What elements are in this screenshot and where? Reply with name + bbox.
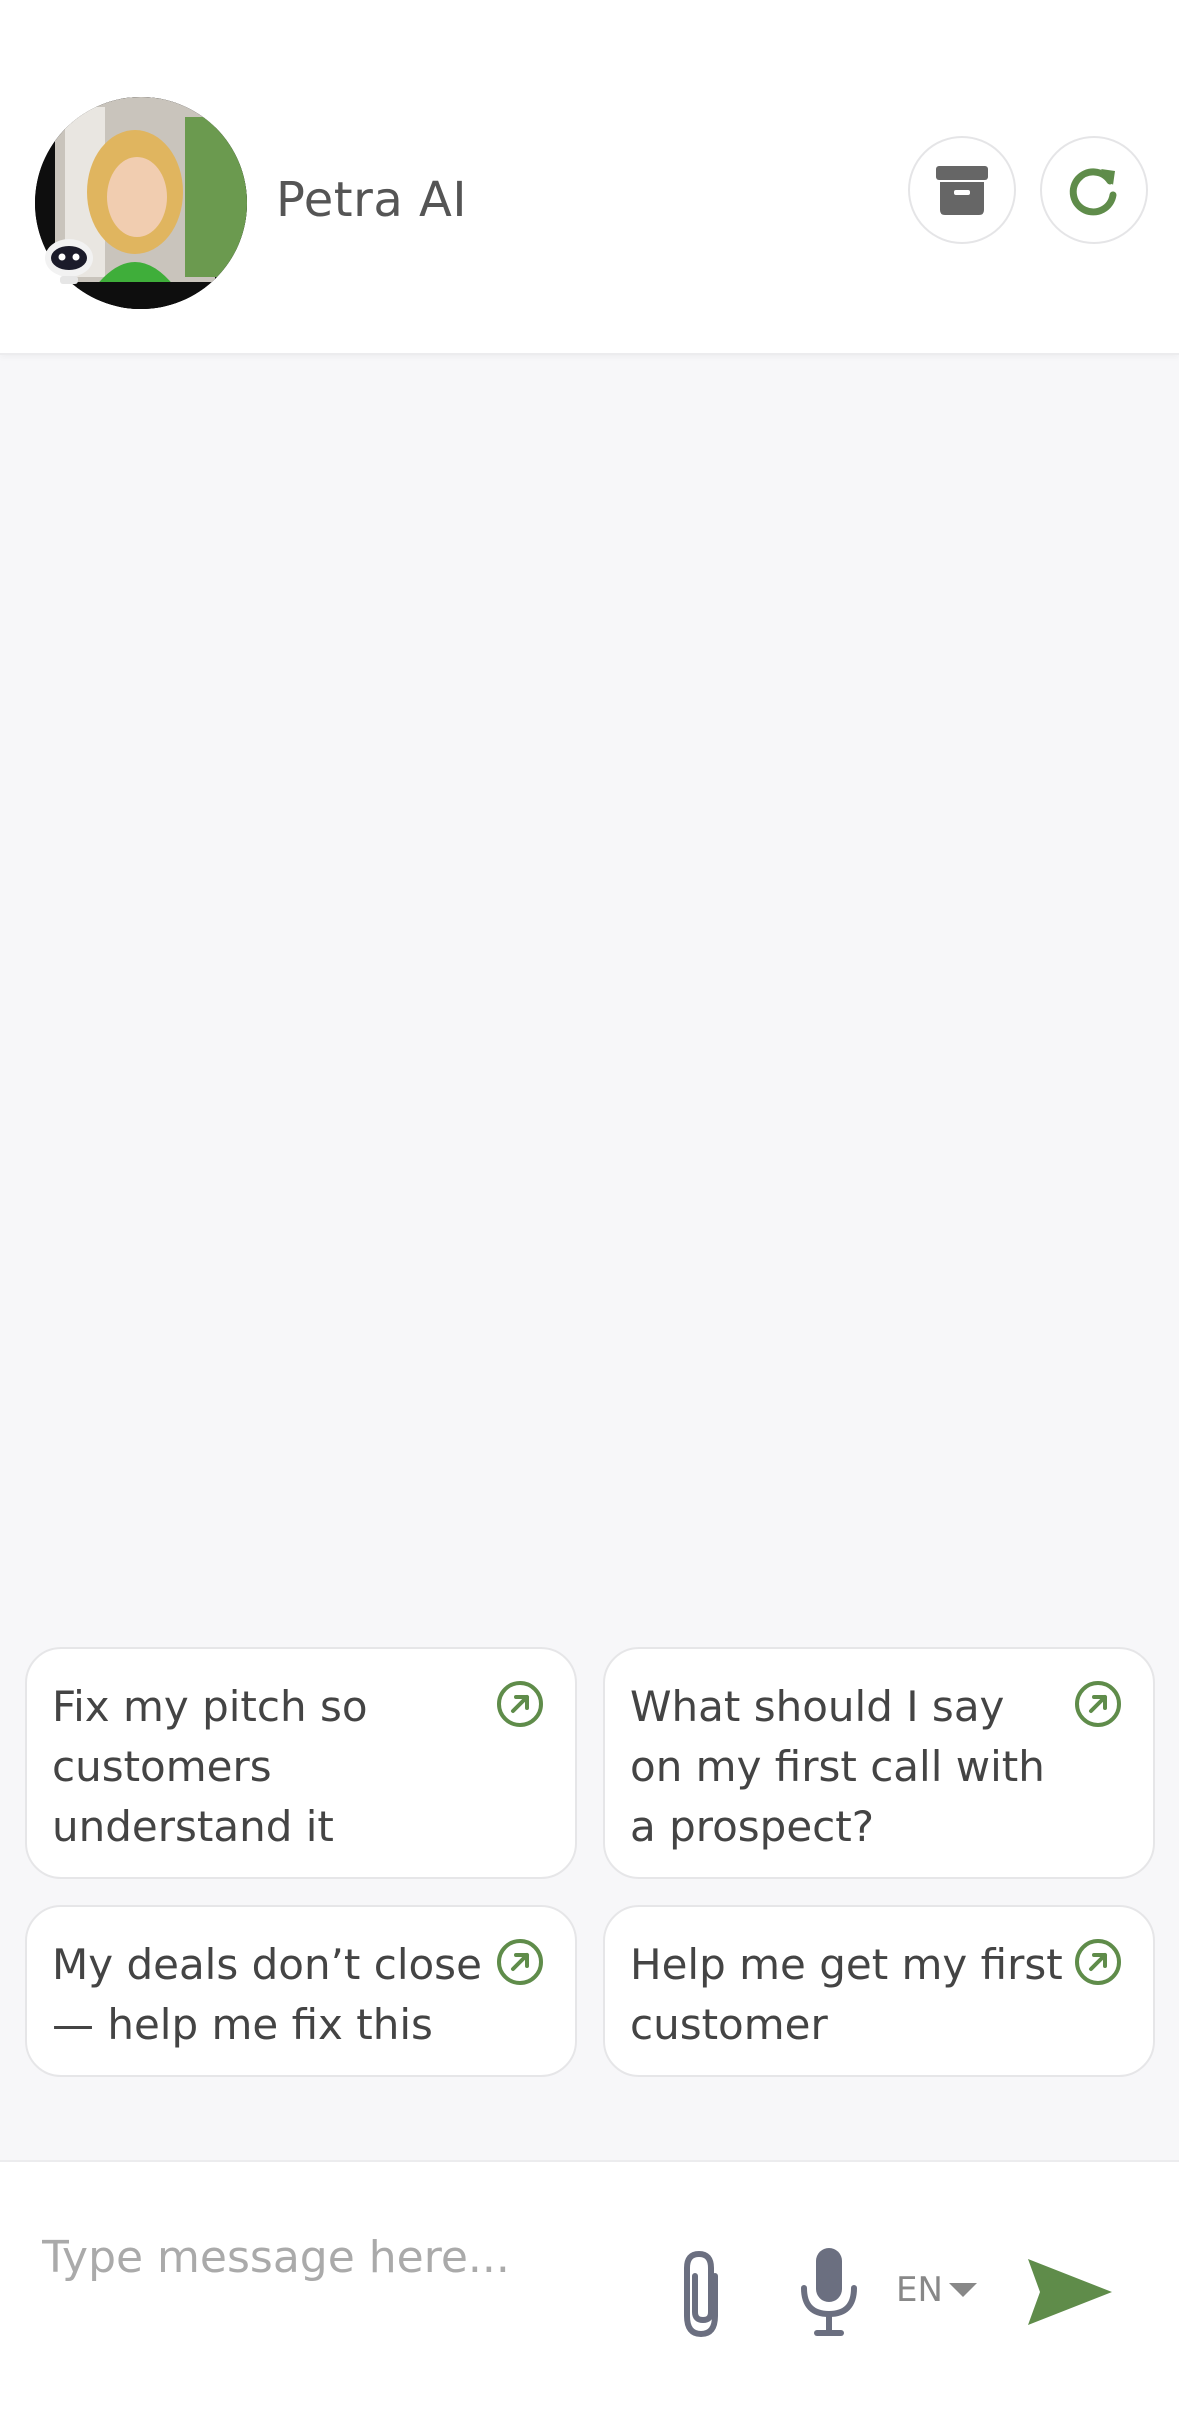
page-title: Petra AI xyxy=(276,172,467,228)
robot-icon xyxy=(45,239,93,284)
send-icon xyxy=(1028,2259,1112,2325)
arrow-up-right-icon xyxy=(1075,1681,1121,1727)
language-select[interactable]: EN xyxy=(896,2270,977,2310)
suggestion-text: Fix my pitch so customers understand it xyxy=(52,1682,368,1851)
suggestion-text: My deals don’t close — help me fix this xyxy=(52,1940,482,2049)
suggestion-text: What should I say on my first call with … xyxy=(630,1682,1045,1851)
arrow-up-right-icon xyxy=(1075,1939,1121,1985)
attach-button[interactable] xyxy=(668,2244,734,2344)
send-button[interactable] xyxy=(1024,2252,1116,2332)
chat-app: Petra AI Fix my pitch so customers under… xyxy=(0,0,1179,2432)
refresh-button[interactable] xyxy=(1040,136,1148,244)
microphone-button[interactable] xyxy=(794,2242,864,2342)
arrow-up-right-icon xyxy=(497,1681,543,1727)
suggestion-card[interactable]: Help me get my first customer xyxy=(603,1905,1155,2077)
message-composer: EN xyxy=(0,2160,1179,2432)
refresh-icon xyxy=(1069,168,1117,216)
archive-icon xyxy=(936,166,988,215)
language-label: EN xyxy=(896,2270,943,2310)
message-input[interactable] xyxy=(42,2222,622,2292)
paperclip-icon xyxy=(684,2250,718,2338)
arrow-up-right-icon xyxy=(497,1939,543,1985)
suggestion-card[interactable]: My deals don’t close — help me fix this xyxy=(25,1905,577,2077)
suggestion-list: Fix my pitch so customers understand it … xyxy=(25,1647,1155,2077)
suggestion-card[interactable]: What should I say on my first call with … xyxy=(603,1647,1155,1879)
suggestion-text: Help me get my first customer xyxy=(630,1940,1063,2049)
suggestion-card[interactable]: Fix my pitch so customers understand it xyxy=(25,1647,577,1879)
caret-down-icon xyxy=(948,2283,977,2297)
chat-header: Petra AI xyxy=(0,0,1179,355)
microphone-icon xyxy=(801,2248,857,2336)
archive-button[interactable] xyxy=(908,136,1016,244)
